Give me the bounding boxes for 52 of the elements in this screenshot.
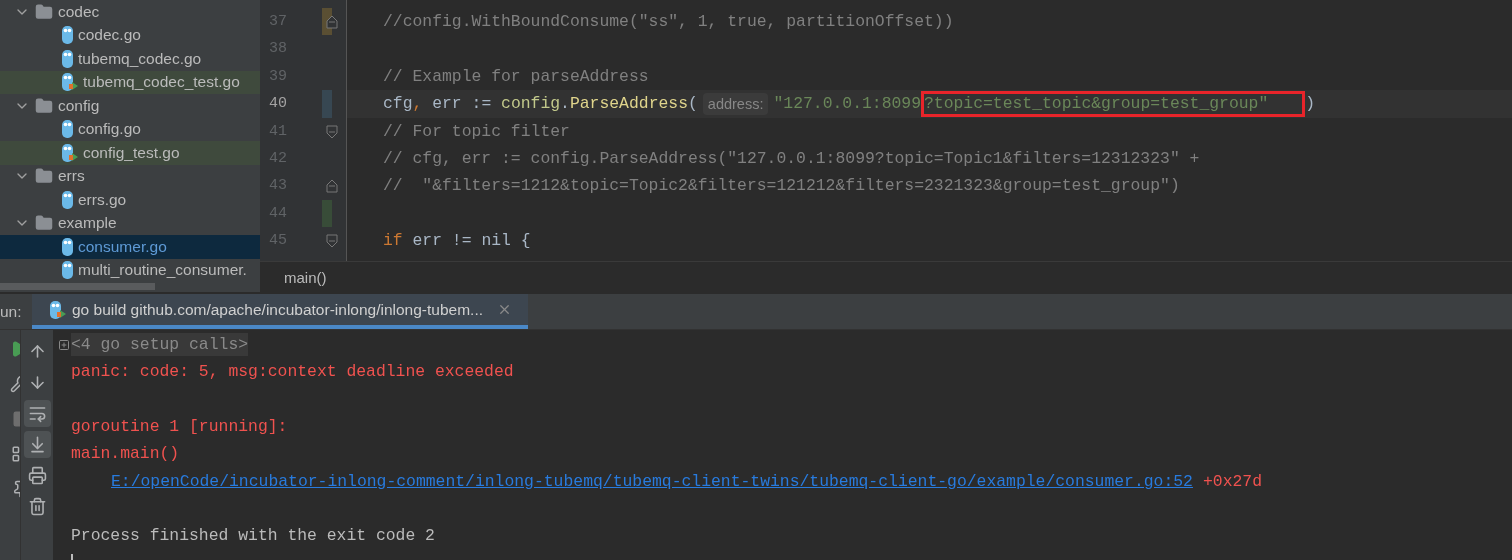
file-row[interactable]: consumer.go [0,235,260,259]
fold-icon[interactable] [326,124,338,139]
line-number: 40 [268,94,288,115]
folder-name[interactable]: example [58,214,117,233]
code-line: // "&filters=1212&topic=Topic2&filters=121212&filters=2321323&group=test_group") [382,175,1181,198]
error-output: main.main() [70,444,180,464]
test-file-icon [62,143,78,162]
file-icon [62,190,73,209]
code-line: // For topic filter [382,120,571,143]
close-icon[interactable] [497,302,512,317]
file-icon [62,26,73,45]
file-link[interactable]: E:/openCode/incubator-inlong-comment/inlong-tubemq/tubemq-client-twins/tubemq-client-go/example/consumer.go:52 [58,471,1193,491]
console-output: Process finished with the exit code 2 [70,526,435,546]
file-icon [62,237,73,256]
folder-name[interactable]: codec [58,2,100,21]
highlight-box: ?topic=test_topic&group=test_group" [921,90,1306,117]
folder-icon [35,214,53,233]
file-icon [62,261,73,280]
test-file-icon [62,73,78,92]
folded-output[interactable]: <4 go setup calls> [71,333,249,357]
error-output: +0x27d [1202,471,1262,491]
error-output: panic: code: 5, msg:context deadline exceeded [70,362,514,382]
folder-icon [35,96,53,115]
code-line: //config.WithBoundConsume("ss", 1, true, partitionOffset)) [382,11,955,33]
code-line: if err != nil { [382,230,532,253]
file-row[interactable]: errs.go [0,188,260,212]
folder-name[interactable]: config [58,96,100,115]
folder-icon [35,167,53,186]
test-file-icon [50,300,66,319]
scrollbar[interactable] [0,283,155,290]
run-tab[interactable]: go build github.com/apache/incubator-inlong/inlong-tubem... [32,294,528,329]
soft-wrap-icon[interactable] [23,400,51,427]
error-output: goroutine 1 [running]: [70,417,288,437]
run-label: un: [0,302,23,321]
code-line: // Example for parseAddress [382,65,650,88]
fold-icon[interactable] [326,15,338,29]
fold-icon[interactable] [326,234,338,249]
file-row[interactable]: config_test.go [0,141,260,165]
file-row[interactable]: config.go [0,117,260,141]
folder-icon [35,2,53,21]
file-icon [62,120,73,139]
scroll-to-end-icon[interactable] [23,431,51,458]
fold-icon[interactable] [326,179,338,194]
file-icon [62,49,73,68]
folder-name[interactable]: errs [58,167,85,186]
breadcrumb[interactable]: main() [284,268,327,286]
file-row[interactable]: codec.go [0,23,260,47]
code-line: // cfg, err := config.ParseAddress("127.0.0.1:8099?topic=Topic1&filters=12312323" + [382,147,1201,170]
expand-icon[interactable] [58,338,70,351]
file-row[interactable]: tubemq_codec.go [0,47,260,71]
file-row[interactable]: multi_routine_consumer. [0,258,260,282]
file-row[interactable]: tubemq_codec_test.go [0,70,260,94]
